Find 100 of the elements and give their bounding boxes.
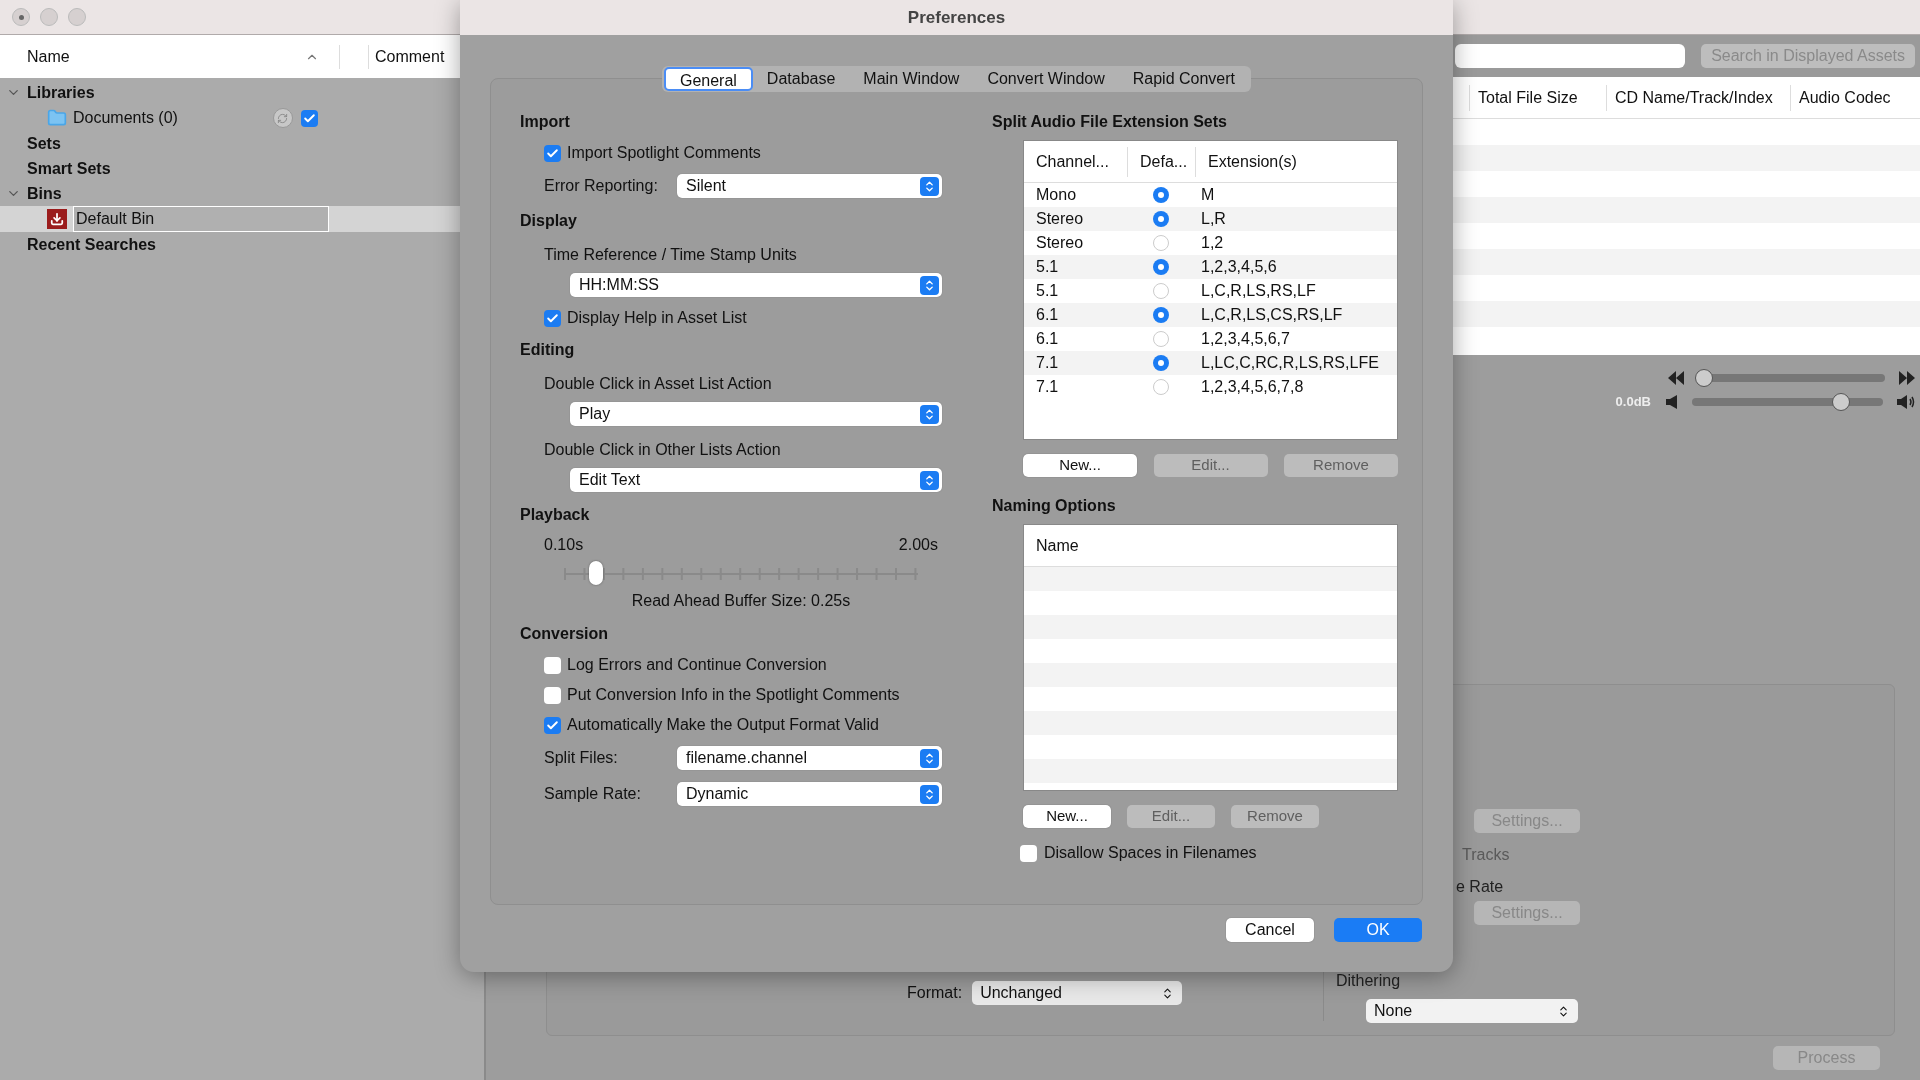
dialog-button[interactable]: New... <box>1023 805 1111 828</box>
select-field[interactable]: Play <box>570 402 942 426</box>
tree-group[interactable]: Libraries <box>27 80 95 105</box>
check-icon <box>546 311 559 325</box>
radio-button[interactable] <box>1153 307 1169 323</box>
volume-reading: 0.0dB <box>1615 392 1651 411</box>
tab[interactable]: Main Window <box>849 67 974 91</box>
table-cell-text: 1,2 <box>1200 233 1225 253</box>
table-cell-text: L,R <box>1200 209 1227 229</box>
speaker-icon <box>1665 393 1679 410</box>
slider-track[interactable] <box>564 561 918 587</box>
slider-thumb[interactable] <box>1831 392 1850 411</box>
radio-button[interactable] <box>1153 259 1169 275</box>
radio-button[interactable] <box>1153 187 1169 203</box>
radio-button[interactable] <box>1153 211 1169 227</box>
table-cell-text: 6.1 <box>1035 329 1060 349</box>
min-label: 0.10s <box>544 535 584 555</box>
radio-button[interactable] <box>1153 379 1169 395</box>
column-title: Name <box>26 46 71 67</box>
select-field[interactable]: filename.channel <box>677 746 942 770</box>
table-cell-text: L,C,R,LS,CS,RS,LF <box>1200 305 1344 325</box>
sync-icon[interactable] <box>272 108 293 128</box>
tree-group[interactable]: Recent Searches <box>27 232 156 257</box>
field-label: Time Reference / Time Stamp Units <box>544 245 797 265</box>
dialog-button[interactable]: OK <box>1334 918 1422 942</box>
tree-group[interactable]: Smart Sets <box>27 156 111 181</box>
select-field[interactable]: Silent <box>677 174 942 198</box>
checkbox-label: Log Errors and Continue Conversion <box>567 655 827 675</box>
search-field[interactable] <box>1455 44 1686 69</box>
dialog-button[interactable]: Cancel <box>1226 918 1314 942</box>
dithering-select[interactable]: None <box>1366 999 1578 1023</box>
folder-icon <box>47 108 67 128</box>
check-icon <box>546 718 559 732</box>
column-title: Channel... <box>1035 151 1110 172</box>
section-heading: Conversion <box>520 623 608 644</box>
checkbox[interactable] <box>300 109 318 127</box>
column-title: Total File Size <box>1469 84 1606 111</box>
column-title: Comment <box>374 46 445 67</box>
tick-marks-icon <box>564 568 918 580</box>
field-label: Split Files: <box>544 748 619 768</box>
checkbox[interactable] <box>544 309 561 327</box>
tree-row[interactable]: Documents (0) <box>0 105 484 131</box>
dialog-button[interactable]: New... <box>1023 454 1137 477</box>
checkbox-label: Import Spotlight Comments <box>567 143 761 163</box>
column-title: Defa... <box>1127 146 1195 177</box>
field-label: Sample Rate: <box>544 784 642 804</box>
stepper-icon <box>920 404 939 424</box>
rewind-icon[interactable] <box>1667 369 1685 386</box>
stepper-icon <box>920 470 939 490</box>
tab[interactable]: Convert Window <box>973 67 1119 91</box>
checkbox[interactable] <box>544 144 561 162</box>
column-title: Audio Codec <box>1790 84 1920 111</box>
stepper-icon <box>920 784 939 804</box>
radio-button[interactable] <box>1153 235 1169 251</box>
checkbox[interactable] <box>544 686 561 704</box>
max-label: 2.00s <box>898 535 938 555</box>
section-heading: Import <box>520 111 570 132</box>
radio-button[interactable] <box>1153 355 1169 371</box>
checkbox[interactable] <box>1020 844 1037 862</box>
table-cell-text: M <box>1200 185 1216 205</box>
table-cell-text: 5.1 <box>1035 281 1060 301</box>
dialog-title: Preferences <box>907 6 1006 29</box>
section-heading: Display <box>520 210 577 231</box>
table-cell-text: Stereo <box>1035 233 1085 253</box>
field-label: Double Click in Asset List Action <box>544 374 772 394</box>
tab[interactable]: Database <box>752 67 850 91</box>
select-field[interactable]: HH:MM:SS <box>570 273 942 297</box>
tracks-label: Tracks <box>1462 845 1511 865</box>
tree-group[interactable]: Sets <box>27 131 61 156</box>
tree-group[interactable]: Bins <box>27 181 62 206</box>
tree-item-label: Default Bin <box>73 206 329 232</box>
tab[interactable]: Rapid Convert <box>1118 67 1250 91</box>
tree-item-label: Documents (0) <box>73 108 178 128</box>
select-field[interactable]: Dynamic <box>677 782 942 806</box>
checkbox[interactable] <box>544 716 561 734</box>
field-label: Error Reporting: <box>544 176 659 196</box>
stepper-icon <box>920 748 939 768</box>
checkbox-label: Automatically Make the Output Format Valid <box>567 715 879 735</box>
slider-thumb[interactable] <box>1694 368 1713 387</box>
fast-forward-icon[interactable] <box>1898 369 1916 386</box>
table-cell-text: 7.1 <box>1035 353 1060 373</box>
radio-button[interactable] <box>1153 283 1169 299</box>
table-cell-text: 1,2,3,4,5,6,7 <box>1200 329 1291 349</box>
table-cell-text: Stereo <box>1035 209 1085 229</box>
dithering-label: Dithering <box>1336 971 1402 991</box>
section-heading: Playback <box>520 504 590 525</box>
column-title: Extension(s) <box>1195 146 1397 177</box>
rate-label: e Rate <box>1456 877 1505 897</box>
radio-button[interactable] <box>1153 331 1169 347</box>
slider-thumb[interactable] <box>588 561 603 585</box>
field-label: Double Click in Other Lists Action <box>544 440 781 460</box>
stepper-icon <box>920 176 939 196</box>
stepper-icon <box>1557 1004 1570 1018</box>
tab[interactable]: General <box>663 67 753 91</box>
close-window-button[interactable] <box>12 8 30 26</box>
format-select[interactable]: Unchanged <box>972 981 1183 1005</box>
checkbox[interactable] <box>544 656 561 674</box>
select-field[interactable]: Edit Text <box>570 468 942 492</box>
check-icon <box>302 111 316 125</box>
download-box-icon <box>47 209 67 229</box>
